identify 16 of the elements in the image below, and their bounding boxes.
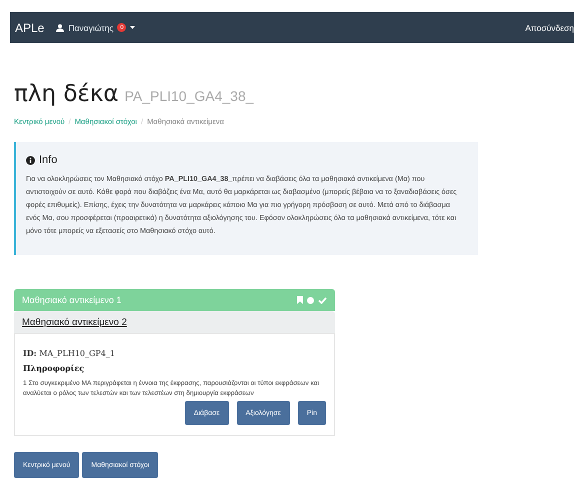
info-icon (26, 156, 35, 164)
circle-icon (307, 296, 314, 304)
caret-icon (130, 26, 136, 29)
user-name[interactable]: Παναγιώτης (68, 22, 114, 32)
page-subtitle: PA_PLI10_GA4_38_ (124, 88, 254, 104)
info-subheading: Πληροφορίες (23, 363, 86, 373)
check-icon (318, 296, 327, 304)
object-title[interactable]: Μαθησιακό αντικείμενο 2 (22, 316, 127, 328)
object-id: ID: MA_PLH10_GP4_1 (23, 348, 116, 358)
bookmark-icon (297, 296, 303, 304)
page-title: πλη δέκα (14, 81, 119, 107)
object-header[interactable]: Μαθησιακό αντικείμενο 2 (14, 311, 335, 333)
brand[interactable]: APLe (15, 20, 44, 34)
info-heading: Info (39, 154, 58, 166)
user-icon (56, 24, 64, 32)
logout-link[interactable]: Αποσύνδεση (525, 22, 574, 32)
